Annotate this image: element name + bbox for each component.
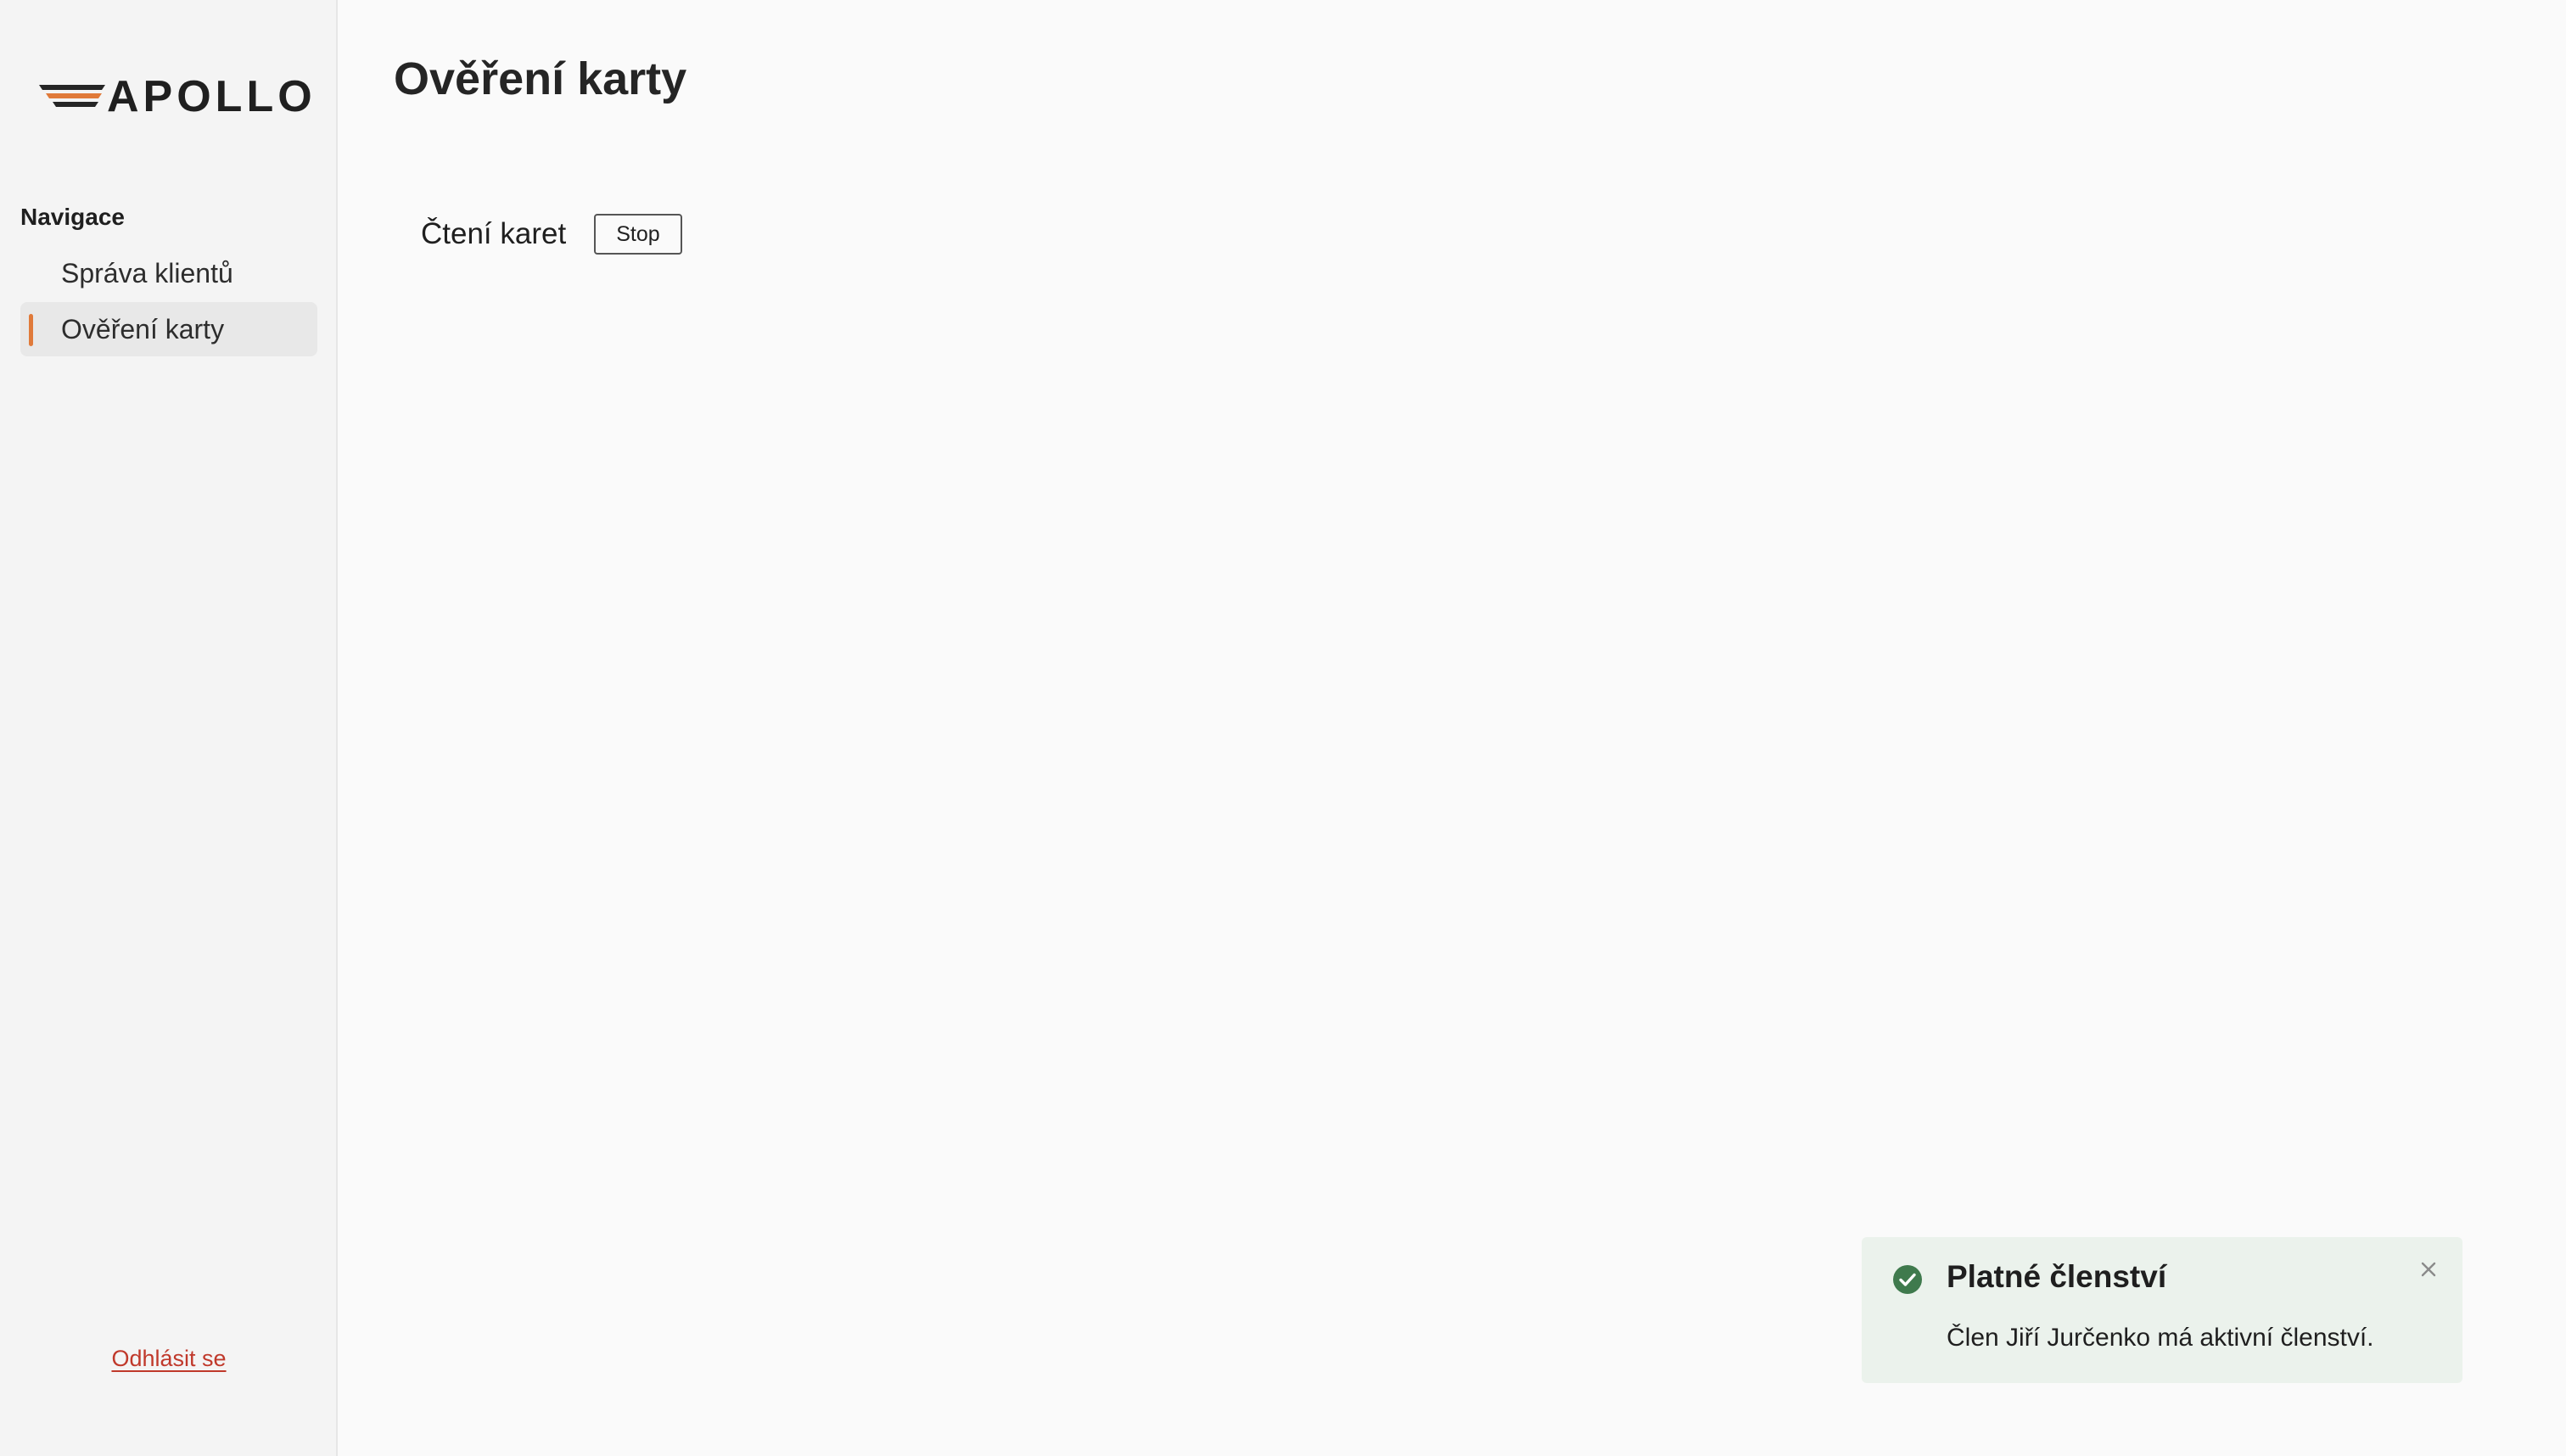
card-reader-row: Čtení karet Stop	[421, 214, 682, 255]
sidebar-item-card-verification[interactable]: Ověření karty	[20, 302, 317, 356]
toast-title: Platné členství	[1947, 1259, 2167, 1294]
page-title: Ověření karty	[394, 53, 687, 104]
sidebar: APOLLO Navigace Správa klientů Ověření k…	[0, 0, 338, 1456]
sidebar-item-label: Správa klientů	[61, 257, 233, 288]
logo-wing-icon	[39, 85, 105, 107]
check-circle-icon	[1893, 1265, 1922, 1294]
apollo-logo[interactable]: APOLLO	[39, 75, 317, 119]
stop-button[interactable]: Stop	[594, 214, 682, 255]
logo-text: APOLLO	[107, 72, 317, 121]
close-icon[interactable]	[2415, 1256, 2442, 1283]
toast-message: Člen Jiří Jurčenko má aktivní členství.	[1947, 1324, 2374, 1352]
success-toast: Platné členství Člen Jiří Jurčenko má ak…	[1862, 1237, 2462, 1383]
logout-link[interactable]: Odhlásit se	[0, 1346, 338, 1372]
sidebar-item-label: Ověření karty	[61, 313, 225, 344]
card-reader-label: Čtení karet	[421, 217, 567, 250]
nav-heading: Navigace	[20, 204, 125, 230]
sidebar-item-client-management[interactable]: Správa klientů	[20, 246, 317, 300]
active-indicator	[29, 314, 33, 346]
